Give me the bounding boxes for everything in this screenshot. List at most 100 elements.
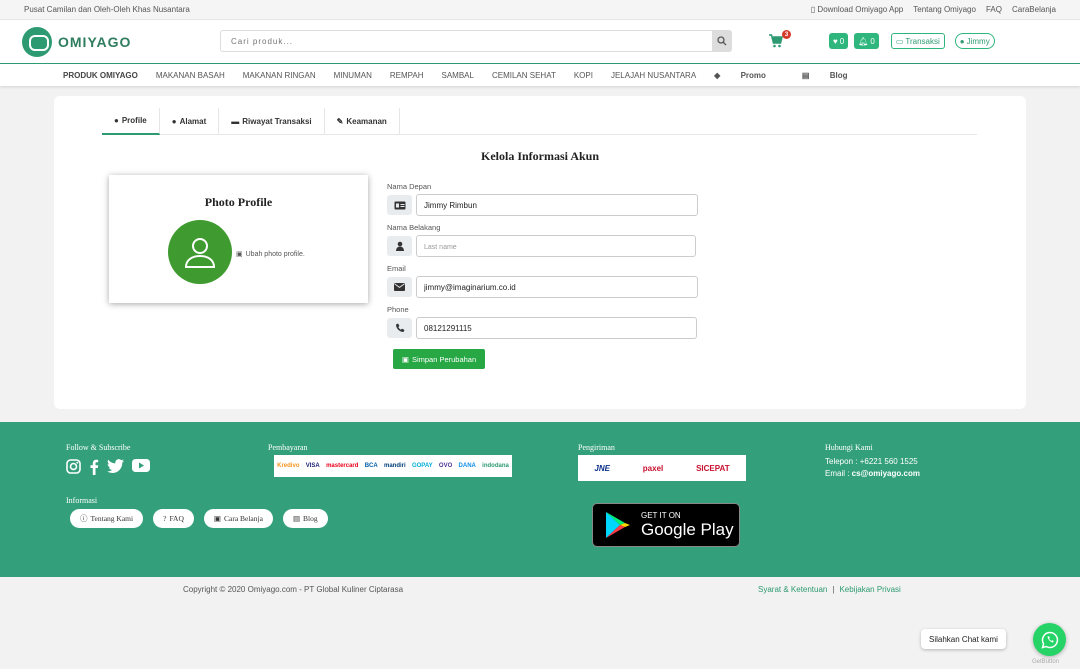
google-play-button[interactable]: GET IT ON Google Play [592, 503, 740, 547]
email-label: Email [387, 264, 406, 273]
search-bar [220, 30, 732, 52]
last-name-group: Nama Belakang [387, 223, 698, 257]
user-icon [387, 236, 412, 256]
nav-cemilan-sehat[interactable]: CEMILAN SEHAT [492, 71, 556, 80]
payment-logo-ovo: OVO [438, 463, 453, 469]
search-icon [717, 36, 727, 46]
nav-makanan-basah[interactable]: MAKANAN BASAH [156, 71, 225, 80]
id-card-icon [387, 195, 412, 215]
whatsapp-button[interactable] [1033, 623, 1066, 656]
card-icon: ▭ [895, 36, 904, 46]
blog-button[interactable]: ▤ Blog [282, 509, 328, 528]
nav-rempah[interactable]: REMPAH [390, 71, 424, 80]
contact-phone: Telepon : +6221 560 1525 [825, 457, 918, 466]
wrench-icon: ✎ [336, 117, 344, 126]
newspaper-icon: ▤ [292, 514, 301, 523]
info-buttons: ⓘ Tentang Kami ? FAQ ▣ Cara Belanja ▤ Blog [70, 509, 328, 528]
image-icon: ▣ [236, 251, 243, 258]
header: OMIYAGO 3 ♥0 🔔︎0 ▭Transaksi ●Jimmy [0, 20, 1080, 63]
faq-button[interactable]: ? FAQ [153, 509, 194, 528]
phone-group: Phone [387, 305, 698, 339]
payment-logo-dana: DANA [458, 463, 476, 469]
nav-jelajah-nusantara[interactable]: JELAJAH NUSANTARA [611, 71, 696, 80]
notification-button[interactable]: 🔔︎ 0 [854, 33, 879, 49]
nav-kopi[interactable]: KOPI [574, 71, 593, 80]
instagram-icon[interactable] [66, 459, 81, 474]
legal-links: Syarat & Ketentuan | Kebijakan Privasi [758, 585, 901, 594]
avatar[interactable] [168, 220, 232, 284]
tab-alamat[interactable]: ● Alamat [160, 108, 220, 135]
getbutton-credit: GetButton [1032, 659, 1060, 665]
chat-label[interactable]: Silahkan Chat kami [921, 629, 1006, 649]
nav-minuman[interactable]: MINUMAN [334, 71, 372, 80]
nav-produk-omiyago[interactable]: PRODUK OMIYAGO [63, 71, 138, 80]
email-group: Email [387, 264, 698, 298]
faq-link[interactable]: FAQ [986, 5, 1002, 14]
tab-profile[interactable]: ● Profile [102, 108, 160, 135]
last-name-label: Nama Belakang [387, 223, 441, 232]
shipping-logo-jne: JNE [594, 463, 610, 473]
email-input[interactable] [416, 276, 698, 298]
tab-riwayat-transaksi[interactable]: ▬ Riwayat Transaksi [219, 108, 325, 135]
photo-profile-title: Photo Profile [204, 195, 273, 209]
download-app-link[interactable]: ▯ Download Omiyago App [811, 5, 903, 14]
transaksi-button[interactable]: ▭ Transaksi [890, 33, 945, 49]
shipping-logos: JNE paxel SICEPAT [578, 455, 746, 481]
nav-blog[interactable]: ▤ Blog [802, 71, 866, 80]
nav-sambal[interactable]: SAMBAL [442, 71, 474, 80]
newspaper-icon: ▤ [801, 70, 810, 80]
credit-card-icon: ▬ [231, 117, 240, 126]
payment-logo-mastercard: mastercard [326, 463, 359, 469]
shopping-bag-icon: ▣ [213, 514, 221, 523]
user-menu-button[interactable]: ● Jimmy [954, 33, 995, 49]
search-input[interactable] [220, 30, 712, 52]
tagline: Pusat Camilan dan Oleh-Oleh Khas Nusanta… [24, 5, 190, 14]
logo[interactable]: OMIYAGO [22, 26, 220, 57]
how-to-shop-link[interactable]: CaraBelanja [1012, 5, 1056, 14]
map-marker-icon: ● [171, 117, 177, 126]
whatsapp-icon [1040, 631, 1058, 649]
terms-link[interactable]: Syarat & Ketentuan [758, 585, 827, 594]
user-icon: ● [959, 36, 965, 46]
contact-info: Telepon : +6221 560 1525 Email : cs@omiy… [825, 456, 920, 480]
shipping-title: Pengiriman [578, 443, 615, 452]
shipping-logo-paxel: paxel [642, 463, 664, 473]
phone-input[interactable] [416, 317, 697, 339]
twitter-icon[interactable] [107, 459, 124, 473]
first-name-label: Nama Depan [387, 182, 432, 191]
nav-promo[interactable]: ◆ Promo [714, 71, 784, 80]
cart-badge: 3 [782, 30, 791, 39]
bell-icon: 🔔︎ [858, 36, 869, 46]
profile-form: Nama Depan Nama Belakang Email Phone [387, 182, 698, 346]
search-button[interactable] [712, 30, 732, 52]
contact-email[interactable]: cs@omiyago.com [852, 469, 920, 478]
payment-logo-indodana: indodana [482, 463, 509, 469]
payment-logo-mandiri: mandiri [383, 463, 406, 469]
tab-keamanan[interactable]: ✎ Keamanan [325, 108, 400, 135]
about-button[interactable]: ⓘ Tentang Kami [70, 509, 144, 528]
google-play-icon [606, 512, 630, 538]
top-links: ▯ Download Omiyago App Tentang Omiyago F… [811, 5, 1056, 14]
page-title: Kelola Informasi Akun [480, 149, 600, 163]
question-icon: ? [163, 514, 167, 523]
payment-title: Pembayaran [268, 443, 308, 452]
heart-icon: ♥ [833, 36, 838, 46]
wishlist-button[interactable]: ♥ 0 [829, 33, 849, 49]
cart-button[interactable]: 3 [769, 30, 791, 50]
privacy-link[interactable]: Kebijakan Privasi [839, 585, 900, 594]
logo-icon [22, 26, 52, 57]
change-photo-link[interactable]: ▣ Ubah photo profile. [236, 250, 305, 259]
shipping-logo-sicepat: SICEPAT [696, 463, 730, 473]
about-link[interactable]: Tentang Omiyago [913, 5, 976, 14]
facebook-icon[interactable] [89, 459, 99, 475]
nav-makanan-ringan[interactable]: MAKANAN RINGAN [243, 71, 316, 80]
save-button[interactable]: ▣ Simpan Perubahan [393, 349, 485, 369]
how-to-shop-button[interactable]: ▣ Cara Belanja [203, 509, 273, 528]
account-tabs: ● Profile ● Alamat ▬ Riwayat Transaksi ✎ Kea… [102, 108, 977, 135]
youtube-icon[interactable] [132, 459, 150, 472]
last-name-input[interactable] [416, 235, 696, 257]
footer: Follow & Subscribe Pembayaran Kredivo VI… [0, 422, 1080, 577]
first-name-input[interactable] [416, 194, 698, 216]
follow-title: Follow & Subscribe [66, 443, 131, 452]
payment-logo-visa: VISA [305, 463, 320, 469]
